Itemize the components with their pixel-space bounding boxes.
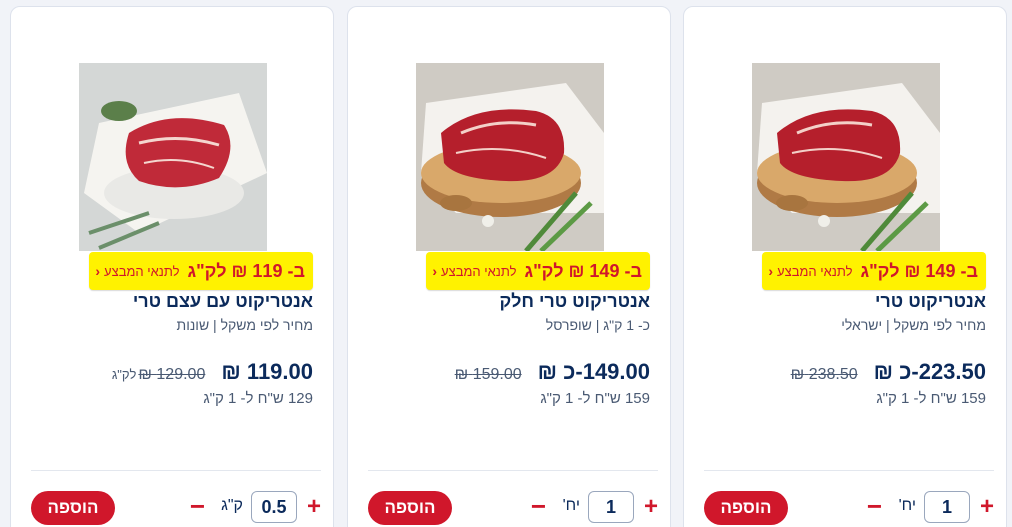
add-button[interactable]: הוספה bbox=[704, 491, 788, 525]
product-grid: ב- 149 ₪ לק"ג לתנאי המבצע ‹ אנטריקוט טרי… bbox=[0, 0, 1012, 527]
product-card[interactable]: ב- 119 ₪ לק"ג לתנאי המבצע ‹ אנטריקוט עם … bbox=[10, 6, 334, 527]
unit-selector[interactable]: ק"ג bbox=[221, 497, 243, 515]
add-button[interactable]: הוספה bbox=[368, 491, 452, 525]
price-row: 149.00-כ ₪ 159.00 ₪ bbox=[455, 359, 650, 385]
product-image[interactable] bbox=[79, 63, 267, 251]
divider bbox=[368, 470, 658, 471]
quantity-input[interactable]: 1 bbox=[924, 491, 970, 523]
add-button[interactable]: הוספה bbox=[31, 491, 115, 525]
increase-quantity-button[interactable]: + bbox=[307, 494, 321, 520]
promo-price: ב- 149 ₪ לק"ג bbox=[524, 260, 642, 281]
product-meta: מחיר לפי משקל | שונות bbox=[176, 317, 313, 333]
chevron-left-icon: ‹ bbox=[95, 263, 101, 279]
chevron-left-icon: ‹ bbox=[768, 263, 774, 279]
price-per-unit: 129 ש"ח ל- 1 ק"ג bbox=[203, 390, 313, 407]
price-row: 223.50-כ ₪ 238.50 ₪ bbox=[791, 359, 986, 385]
promo-badge[interactable]: ב- 149 ₪ לק"ג לתנאי המבצע ‹ bbox=[426, 252, 650, 290]
product-card[interactable]: ב- 149 ₪ לק"ג לתנאי המבצע ‹ אנטריקוט טרי… bbox=[347, 6, 671, 527]
current-price: 119.00 ₪ bbox=[221, 359, 313, 384]
promo-terms-label: לתנאי המבצע bbox=[777, 263, 853, 279]
product-meta: כ- 1 ק"ג | שופרסל bbox=[545, 317, 650, 333]
promo-badge[interactable]: ב- 119 ₪ לק"ג לתנאי המבצע ‹ bbox=[89, 252, 313, 290]
quantity-input[interactable]: 0.5 bbox=[251, 491, 297, 523]
product-title[interactable]: אנטריקוט עם עצם טרי bbox=[21, 291, 313, 312]
old-price: 159.00 ₪ bbox=[454, 366, 522, 383]
product-title[interactable]: אנטריקוט טרי חלק bbox=[358, 291, 651, 312]
promo-price: ב- 149 ₪ לק"ג bbox=[860, 260, 978, 281]
promo-terms-link[interactable]: לתנאי המבצע ‹ bbox=[768, 263, 852, 279]
promo-price: ב- 119 ₪ לק"ג bbox=[187, 260, 305, 281]
add-to-cart-row: + 1 יח' − הוספה bbox=[368, 491, 658, 525]
promo-terms-label: לתנאי המבצע bbox=[441, 263, 517, 279]
current-price: 223.50-כ ₪ bbox=[873, 359, 986, 384]
product-title[interactable]: אנטריקוט טרי bbox=[694, 291, 986, 312]
decrease-quantity-button[interactable]: − bbox=[190, 493, 205, 519]
old-price-unit: לק"ג bbox=[111, 367, 137, 382]
product-meta: מחיר לפי משקל | ישראלי bbox=[841, 317, 986, 333]
old-price: 129.00 ₪ bbox=[138, 366, 206, 383]
unit-selector[interactable]: יח' bbox=[563, 497, 580, 515]
divider bbox=[704, 470, 994, 471]
product-image[interactable] bbox=[416, 63, 604, 251]
product-card[interactable]: ב- 149 ₪ לק"ג לתנאי המבצע ‹ אנטריקוט טרי… bbox=[683, 6, 1007, 527]
promo-badge[interactable]: ב- 149 ₪ לק"ג לתנאי המבצע ‹ bbox=[762, 252, 986, 290]
promo-terms-label: לתנאי המבצע bbox=[104, 263, 180, 279]
promo-terms-link[interactable]: לתנאי המבצע ‹ bbox=[432, 263, 516, 279]
increase-quantity-button[interactable]: + bbox=[980, 494, 994, 520]
add-to-cart-row: + 1 יח' − הוספה bbox=[704, 491, 994, 525]
price-per-unit: 159 ש"ח ל- 1 ק"ג bbox=[876, 390, 986, 407]
old-price: 238.50 ₪ bbox=[790, 366, 858, 383]
promo-terms-link[interactable]: לתנאי המבצע ‹ bbox=[95, 263, 179, 279]
add-to-cart-row: + 0.5 ק"ג − הוספה bbox=[31, 491, 321, 525]
chevron-left-icon: ‹ bbox=[432, 263, 438, 279]
decrease-quantity-button[interactable]: − bbox=[531, 493, 546, 519]
unit-selector[interactable]: יח' bbox=[899, 497, 916, 515]
divider bbox=[31, 470, 321, 471]
current-price: 149.00-כ ₪ bbox=[537, 359, 650, 384]
price-per-unit: 159 ש"ח ל- 1 ק"ג bbox=[540, 390, 650, 407]
product-image[interactable] bbox=[752, 63, 940, 251]
quantity-input[interactable]: 1 bbox=[588, 491, 634, 523]
increase-quantity-button[interactable]: + bbox=[644, 494, 658, 520]
decrease-quantity-button[interactable]: − bbox=[867, 493, 882, 519]
price-row: 119.00 ₪ 129.00 ₪ לק"ג bbox=[112, 359, 313, 385]
